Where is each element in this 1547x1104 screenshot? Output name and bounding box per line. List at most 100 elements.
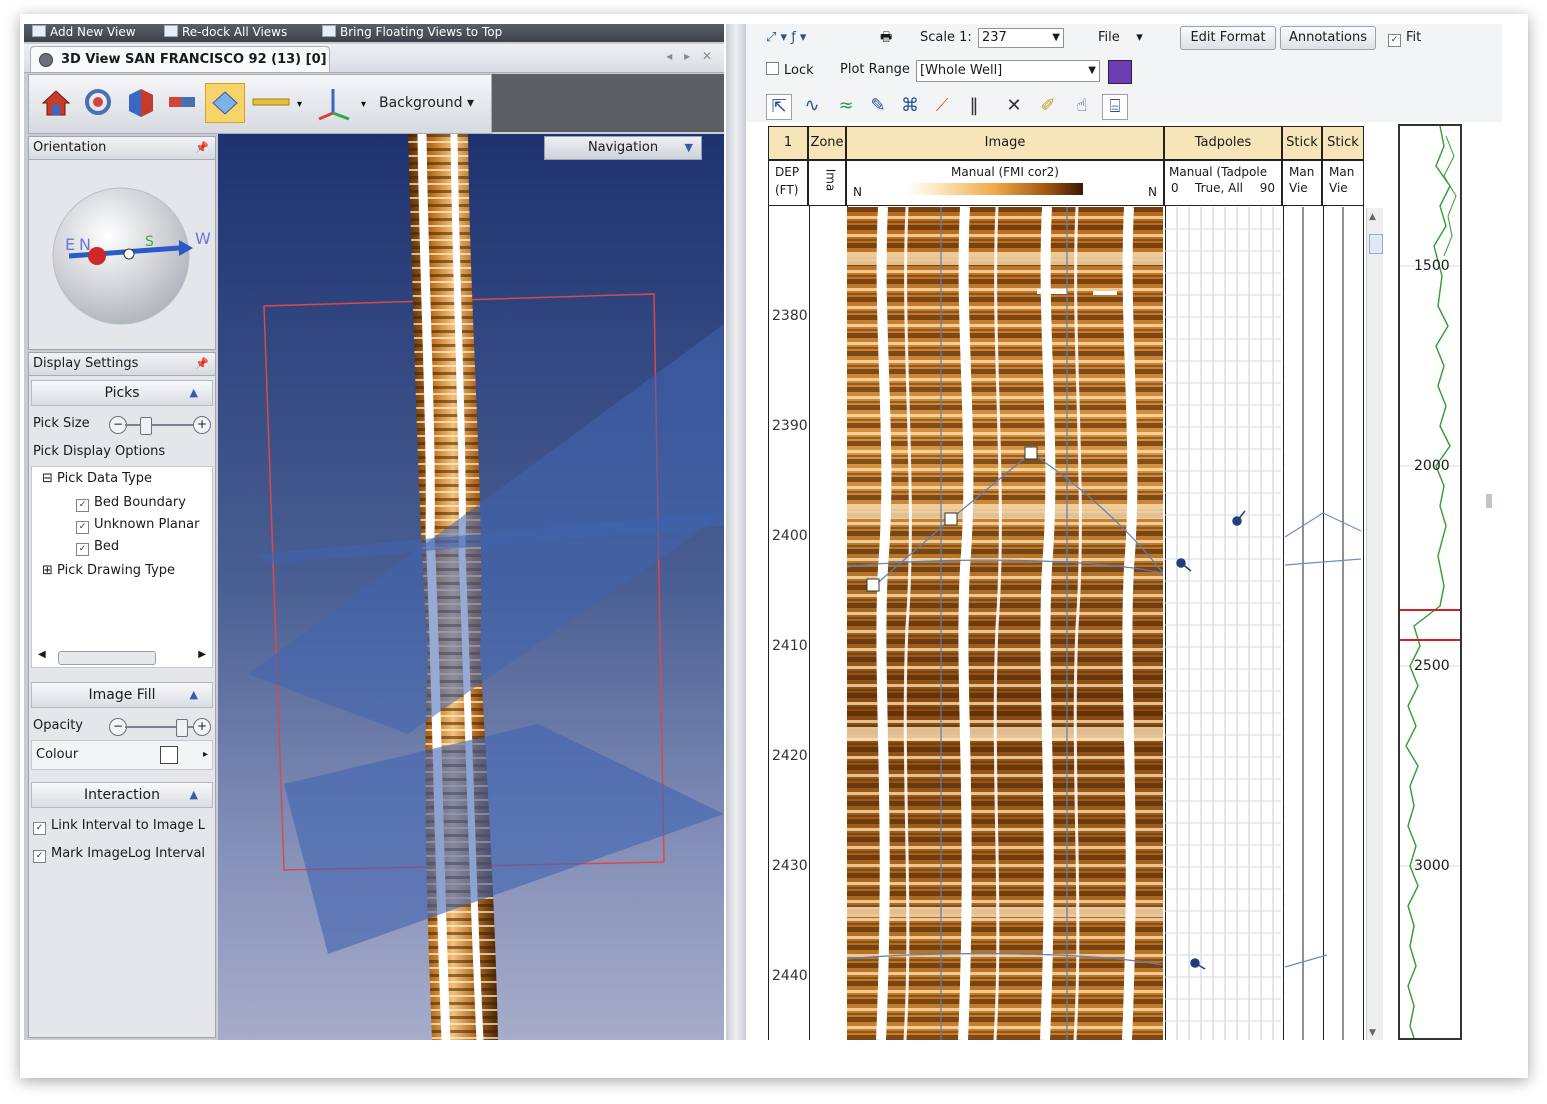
rotate-view-icon[interactable] — [79, 83, 117, 121]
tree-horizontal-scrollbar[interactable]: ◀ ▶ — [38, 649, 208, 665]
orientation-compass[interactable]: E N S W — [29, 160, 213, 348]
colour-swatch[interactable] — [160, 746, 178, 764]
image-log-track[interactable] — [847, 207, 1163, 1040]
stick-tracks[interactable] — [1283, 207, 1363, 1040]
interaction-section-header[interactable]: Interaction ▲ — [31, 782, 213, 808]
curve-depth-label: 2000 — [1414, 458, 1450, 474]
window-splitter[interactable] — [726, 24, 746, 1040]
checkbox-checked-icon[interactable]: ✓ — [33, 822, 46, 835]
lock-checkbox[interactable]: Lock — [766, 62, 814, 78]
log-toolbar: ⤢ ▾ ƒ ▾ 🖶 Scale 1: 237 ▼ File ▾ Edit Form… — [746, 24, 1502, 122]
pick-size-label: Pick Size — [33, 416, 90, 431]
tab-3d-view[interactable]: 3D View SAN FRANCISCO 92 (13) [0] — [30, 46, 330, 72]
tadpoles-track-header[interactable]: Tadpoles — [1164, 126, 1282, 160]
link-interval-row[interactable]: ✓ Link Interval to Image L — [29, 812, 215, 840]
edit-tool-icon[interactable]: ✐ — [1036, 94, 1060, 118]
home-view-icon[interactable] — [37, 83, 75, 121]
curve-depth-label: 2500 — [1414, 658, 1450, 674]
zone-sub-label: Ima — [823, 168, 838, 192]
wave-tool-icon[interactable]: ≈ — [834, 94, 858, 118]
print-icon[interactable]: 🖶 — [880, 28, 892, 50]
bring-floating-views-button[interactable]: Bring Floating Views to Top — [322, 25, 502, 39]
picks-section-header[interactable]: Picks ▲ — [31, 380, 213, 406]
stick-track-header-1[interactable]: Stick — [1282, 126, 1322, 160]
3d-scene[interactable] — [218, 134, 724, 1040]
tab-controls[interactable]: ◂ ▸ ✕ — [666, 49, 716, 63]
navigation-label: Navigation — [587, 140, 659, 155]
3d-viewport[interactable]: Navigation ▼ — [218, 134, 724, 1040]
zoom-tools-icon[interactable]: ⤢ ▾ ƒ ▾ — [766, 30, 806, 45]
plane-select-icon[interactable] — [205, 83, 245, 123]
tree-item-unknown-planar[interactable]: ✓ Unknown Planar — [76, 517, 199, 534]
image-fill-section-header[interactable]: Image Fill ▲ — [31, 682, 213, 708]
delete-tool-icon[interactable]: ✕ — [1002, 94, 1026, 118]
tab-title: 3D View SAN FRANCISCO 92 (13) [0] — [61, 52, 327, 67]
annotations-button[interactable]: Annotations — [1280, 26, 1376, 50]
checkbox-checked-icon[interactable]: ✓ — [76, 521, 89, 534]
ruler-icon[interactable]: ▾ — [247, 83, 307, 121]
depth-track-header[interactable]: 1 — [768, 126, 808, 160]
checkbox-checked-icon[interactable]: ✓ — [33, 850, 46, 863]
background-dropdown[interactable]: Background ▾ — [379, 95, 474, 111]
tadpoles-sub-label: Manual (Tadpole — [1169, 165, 1268, 179]
redock-views-button[interactable]: Re-dock All Views — [164, 25, 287, 39]
scale-combo[interactable]: 237 ▼ — [978, 28, 1064, 48]
file-menu[interactable]: File ▾ — [1098, 30, 1143, 45]
tree-node-pick-drawing-type[interactable]: ⊞ Pick Drawing Type — [42, 563, 175, 578]
plot-range-settings-icon[interactable] — [1108, 60, 1132, 84]
tree-item-bed-boundary[interactable]: ✓ Bed Boundary — [76, 495, 186, 512]
plot-range-label: Plot Range — [840, 62, 910, 77]
tree-node-label: Pick Drawing Type — [57, 563, 176, 578]
slider-knob[interactable] — [140, 417, 152, 435]
planar-surface[interactable] — [284, 724, 724, 954]
tadpoles-track[interactable] — [1165, 207, 1281, 1040]
tree-item-bed[interactable]: ✓ Bed — [76, 539, 119, 556]
display-settings-title: Display Settings — [33, 356, 139, 371]
display-settings-header: Display Settings 📌 — [29, 353, 215, 376]
add-new-view-button[interactable]: Add New View — [32, 25, 136, 39]
pin-icon[interactable]: 📌 — [195, 353, 209, 375]
image-colour-scale — [907, 183, 1083, 195]
move-tool-icon[interactable]: ☝ — [1070, 94, 1094, 118]
interaction-header-label: Interaction — [84, 787, 160, 803]
checkbox-checked-icon[interactable]: ✓ — [76, 543, 89, 556]
image-sub-label: Manual (FMI cor2) — [951, 165, 1059, 179]
stick-sub-label: Man — [1329, 165, 1355, 179]
pause-tool-icon[interactable]: ‖ — [962, 94, 986, 118]
pointer-tool-icon[interactable]: ⇱ — [766, 94, 792, 120]
sinusoid-tool-icon[interactable]: ∿ — [800, 94, 824, 118]
pin-icon[interactable]: 📌 — [195, 137, 209, 159]
edit-format-button[interactable]: Edit Format — [1180, 26, 1276, 50]
tree-node-pick-data-type[interactable]: ⊟ Pick Data Type — [42, 471, 152, 486]
pick-tool-icon[interactable]: ✎ — [866, 94, 890, 118]
stick-track-header-2[interactable]: Stick — [1322, 126, 1364, 160]
chevron-down-icon: ▼ — [1088, 65, 1096, 76]
mark-interval-row[interactable]: ✓ Mark ImageLog Interval — [29, 840, 215, 868]
log-vertical-scrollbar[interactable]: ▲ ▼ — [1366, 208, 1383, 1040]
depth-label: 2420 — [772, 748, 808, 764]
splitter-handle[interactable] — [1486, 494, 1492, 508]
colour-dropdown-icon[interactable]: ▸ — [203, 741, 208, 769]
plot-range-combo[interactable]: [Whole Well] ▼ — [916, 60, 1100, 82]
file-label: File — [1098, 30, 1120, 45]
slider-knob[interactable] — [176, 719, 188, 737]
plus-icon[interactable]: + — [193, 718, 211, 736]
pick-display-options-label: Pick Display Options — [33, 444, 166, 459]
orientation-title: Orientation — [33, 140, 107, 155]
plus-icon[interactable]: + — [193, 416, 211, 434]
camera-icon[interactable] — [163, 83, 201, 121]
checkbox-checked-icon[interactable]: ✓ — [76, 499, 89, 512]
selected-view-tool-icon[interactable]: ⌸ — [1102, 94, 1128, 120]
axes-icon[interactable]: ▾ — [313, 83, 373, 121]
image-fill-header-label: Image Fill — [88, 687, 156, 703]
multi-pick-tool-icon[interactable]: ⌘ — [898, 94, 922, 118]
zone-track-header[interactable]: Zone — [808, 126, 846, 160]
cube-view-icon[interactable] — [121, 83, 159, 121]
fit-checkbox[interactable]: ✓ Fit — [1388, 30, 1421, 47]
background-label: Background — [379, 95, 463, 111]
draw-tool-icon[interactable]: ⟋ — [930, 94, 954, 118]
gamma-curve-track[interactable]: 1500 2000 2500 3000 — [1398, 124, 1462, 1040]
navigation-dropdown[interactable]: Navigation ▼ — [544, 136, 702, 160]
image-track-header[interactable]: Image — [846, 126, 1164, 160]
colour-row[interactable]: Colour ▸ — [31, 740, 213, 770]
